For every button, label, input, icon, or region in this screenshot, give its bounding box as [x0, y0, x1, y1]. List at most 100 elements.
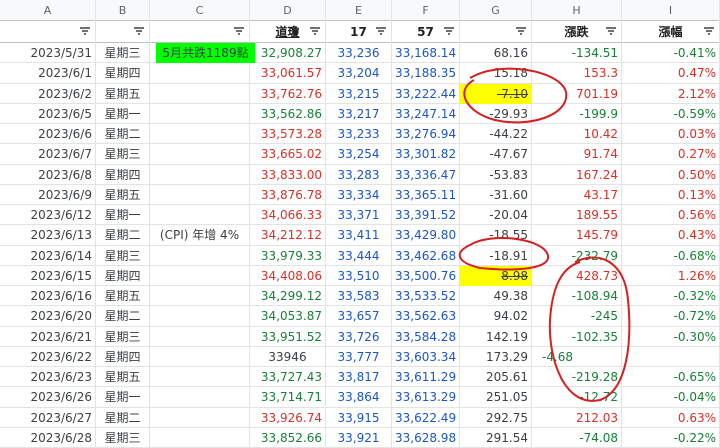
change-cell[interactable]: 10.42 [532, 124, 622, 145]
ma57-cell[interactable]: 33,168.14 [392, 43, 460, 64]
date-cell[interactable]: 2023/6/27 [0, 407, 96, 428]
filter-icon[interactable] [704, 27, 714, 35]
change-cell[interactable]: -4.68 [532, 346, 622, 367]
diff-cell[interactable]: -44.22 [460, 124, 532, 145]
note-cell[interactable] [150, 245, 250, 266]
diff-cell[interactable]: -29.93 [460, 103, 532, 124]
percent-cell[interactable]: 0.13% [622, 184, 720, 205]
percent-cell[interactable]: 2.12% [622, 83, 720, 104]
ma17-cell[interactable]: 33,411 [326, 225, 392, 246]
diff-cell[interactable]: 94.02 [460, 306, 532, 327]
dow-cell[interactable]: 33,573.28 [250, 124, 326, 145]
ma57-cell[interactable]: 33,188.35 [392, 63, 460, 84]
diff-cell[interactable]: 49.38 [460, 286, 532, 307]
diff-cell[interactable]: 205.61 [460, 367, 532, 388]
filter-icon[interactable] [516, 27, 526, 35]
percent-cell[interactable]: 0.56% [622, 205, 720, 226]
ma57-cell[interactable]: 33,301.82 [392, 144, 460, 165]
filter-icon[interactable] [234, 27, 244, 35]
weekday-cell[interactable]: 星期一 [96, 387, 150, 408]
filter-header-cell[interactable]: 17 [326, 21, 392, 43]
ma57-cell[interactable]: 33,365.11 [392, 184, 460, 205]
change-cell[interactable]: -245 [532, 306, 622, 327]
col-header-c[interactable]: C [150, 0, 250, 21]
filter-icon[interactable] [80, 27, 90, 35]
percent-cell[interactable]: 1.26% [622, 265, 720, 286]
ma57-cell[interactable]: 33,603.34 [392, 346, 460, 367]
filter-icon[interactable] [134, 27, 144, 35]
filter-icon[interactable] [606, 27, 616, 35]
dow-cell[interactable]: 33,762.76 [250, 83, 326, 104]
filter-header-cell[interactable] [460, 21, 532, 43]
date-cell[interactable]: 2023/6/2 [0, 83, 96, 104]
percent-cell[interactable] [622, 346, 720, 367]
date-cell[interactable]: 2023/6/20 [0, 306, 96, 327]
diff-cell[interactable]: 68.16 [460, 43, 532, 64]
dow-cell[interactable]: 34,299.12 [250, 286, 326, 307]
dow-cell[interactable]: 33946 [250, 346, 326, 367]
note-cell[interactable] [150, 306, 250, 327]
ma17-cell[interactable]: 33,215 [326, 83, 392, 104]
ma17-cell[interactable]: 33,371 [326, 205, 392, 226]
change-cell[interactable]: 145.79 [532, 225, 622, 246]
filter-icon[interactable] [444, 27, 454, 35]
weekday-cell[interactable]: 星期五 [96, 286, 150, 307]
date-cell[interactable]: 2023/6/14 [0, 245, 96, 266]
note-cell[interactable] [150, 83, 250, 104]
diff-cell[interactable]: 8.98 [460, 265, 532, 286]
percent-cell[interactable]: -0.72% [622, 306, 720, 327]
note-cell[interactable] [150, 144, 250, 165]
note-cell[interactable] [150, 103, 250, 124]
change-cell[interactable]: -134.51 [532, 43, 622, 64]
percent-cell[interactable]: 0.27% [622, 144, 720, 165]
ma17-cell[interactable]: 33,510 [326, 265, 392, 286]
note-cell[interactable] [150, 63, 250, 84]
diff-cell[interactable]: 15.18 [460, 63, 532, 84]
weekday-cell[interactable]: 星期三 [96, 245, 150, 266]
ma17-cell[interactable]: 33,444 [326, 245, 392, 266]
percent-cell[interactable]: -0.04% [622, 387, 720, 408]
note-cell[interactable] [150, 427, 250, 448]
note-cell[interactable] [150, 326, 250, 347]
ma17-cell[interactable]: 33,864 [326, 387, 392, 408]
note-cell[interactable] [150, 184, 250, 205]
col-header-g[interactable]: G [460, 0, 532, 21]
dow-cell[interactable]: 33,061.57 [250, 63, 326, 84]
ma17-cell[interactable]: 33,817 [326, 367, 392, 388]
date-cell[interactable]: 2023/6/13 [0, 225, 96, 246]
diff-cell[interactable]: 291.54 [460, 427, 532, 448]
dow-cell[interactable]: 33,852.66 [250, 427, 326, 448]
dow-cell[interactable]: 33,727.43 [250, 367, 326, 388]
ma57-cell[interactable]: 33,611.29 [392, 367, 460, 388]
ma17-cell[interactable]: 33,777 [326, 346, 392, 367]
note-cell[interactable]: 5月共跌1189點 [156, 43, 256, 64]
dow-cell[interactable]: 32,908.27 [250, 43, 326, 64]
ma57-cell[interactable]: 33,429.80 [392, 225, 460, 246]
date-cell[interactable]: 2023/6/5 [0, 103, 96, 124]
filter-header-cell[interactable] [0, 21, 96, 43]
ma17-cell[interactable]: 33,583 [326, 286, 392, 307]
percent-cell[interactable]: -0.65% [622, 367, 720, 388]
weekday-cell[interactable]: 星期二 [96, 306, 150, 327]
percent-cell[interactable]: 0.43% [622, 225, 720, 246]
dow-cell[interactable]: 33,665.02 [250, 144, 326, 165]
ma17-cell[interactable]: 33,236 [326, 43, 392, 64]
ma17-cell[interactable]: 33,283 [326, 164, 392, 185]
dow-cell[interactable]: 33,979.33 [250, 245, 326, 266]
change-cell[interactable]: 212.03 [532, 407, 622, 428]
date-cell[interactable]: 2023/6/12 [0, 205, 96, 226]
diff-cell[interactable]: -53.83 [460, 164, 532, 185]
date-cell[interactable]: 2023/6/21 [0, 326, 96, 347]
diff-cell[interactable]: -7.10 [460, 83, 532, 104]
filter-header-cell[interactable]: 道瓊 [250, 21, 326, 43]
weekday-cell[interactable]: 星期三 [96, 326, 150, 347]
col-header-d[interactable]: D [250, 0, 326, 21]
percent-cell[interactable]: -0.59% [622, 103, 720, 124]
note-cell[interactable] [150, 387, 250, 408]
percent-cell[interactable]: 0.47% [622, 63, 720, 84]
note-cell[interactable] [150, 367, 250, 388]
date-cell[interactable]: 2023/6/23 [0, 367, 96, 388]
ma57-cell[interactable]: 33,276.94 [392, 124, 460, 145]
weekday-cell[interactable]: 星期二 [96, 407, 150, 428]
diff-cell[interactable]: 292.75 [460, 407, 532, 428]
